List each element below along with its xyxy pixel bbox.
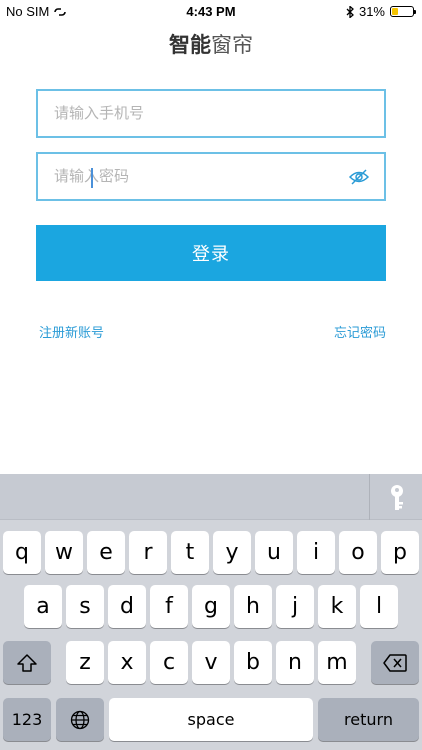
key-c[interactable]: c <box>150 641 188 684</box>
toolbar-divider <box>369 474 370 520</box>
key-n[interactable]: n <box>276 641 314 684</box>
password-field[interactable] <box>36 152 386 201</box>
delete-icon <box>383 653 407 672</box>
key-o[interactable]: o <box>339 531 377 574</box>
key-i[interactable]: i <box>297 531 335 574</box>
key-d[interactable]: d <box>108 585 146 628</box>
globe-key[interactable] <box>56 698 104 741</box>
login-button[interactable]: 登录 <box>36 225 386 281</box>
battery-fill <box>392 8 399 15</box>
numbers-key[interactable]: 123 <box>3 698 51 741</box>
phone-input[interactable] <box>54 105 384 122</box>
key-e[interactable]: e <box>87 531 125 574</box>
space-key[interactable]: space <box>109 698 313 741</box>
key-h[interactable]: h <box>234 585 272 628</box>
key-t[interactable]: t <box>171 531 209 574</box>
key-g[interactable]: g <box>192 585 230 628</box>
return-key[interactable]: return <box>318 698 419 741</box>
forgot-password-link[interactable]: 忘记密码 <box>334 322 386 341</box>
globe-icon <box>70 710 90 729</box>
password-input[interactable] <box>54 168 384 185</box>
title-bold: 智能 <box>169 34 211 57</box>
shift-icon <box>17 653 37 672</box>
status-right: 31% <box>346 4 416 19</box>
title-light: 窗帘 <box>211 34 253 57</box>
text-cursor <box>91 168 93 188</box>
battery-percent: 31% <box>358 4 385 19</box>
key-q[interactable]: q <box>3 531 41 574</box>
bluetooth-icon <box>346 5 354 18</box>
key-w[interactable]: w <box>45 531 83 574</box>
key-r[interactable]: r <box>129 531 167 574</box>
key-v[interactable]: v <box>192 641 230 684</box>
key-f[interactable]: f <box>150 585 188 628</box>
key-u[interactable]: u <box>255 531 293 574</box>
register-link[interactable]: 注册新账号 <box>39 322 104 341</box>
key-p[interactable]: p <box>381 531 419 574</box>
battery-icon <box>390 6 416 17</box>
key-z[interactable]: z <box>66 641 104 684</box>
key-l[interactable]: l <box>360 585 398 628</box>
keyboard: q w e r t y u i o p a s d f g h j k l z … <box>0 474 422 750</box>
key-y[interactable]: y <box>213 531 251 574</box>
delete-key[interactable] <box>371 641 419 684</box>
eye-hidden-icon[interactable] <box>348 167 370 187</box>
keyboard-toolbar <box>0 474 422 520</box>
phone-field[interactable] <box>36 89 386 138</box>
status-bar: No SIM 4:43 PM 31% <box>0 0 422 22</box>
key-a[interactable]: a <box>24 585 62 628</box>
key-m[interactable]: m <box>318 641 356 684</box>
key-x[interactable]: x <box>108 641 146 684</box>
key-b[interactable]: b <box>234 641 272 684</box>
key-k[interactable]: k <box>318 585 356 628</box>
key-j[interactable]: j <box>276 585 314 628</box>
key-s[interactable]: s <box>66 585 104 628</box>
shift-key[interactable] <box>3 641 51 684</box>
key-icon[interactable] <box>385 484 409 512</box>
page-title: 智能窗帘 <box>0 29 422 59</box>
